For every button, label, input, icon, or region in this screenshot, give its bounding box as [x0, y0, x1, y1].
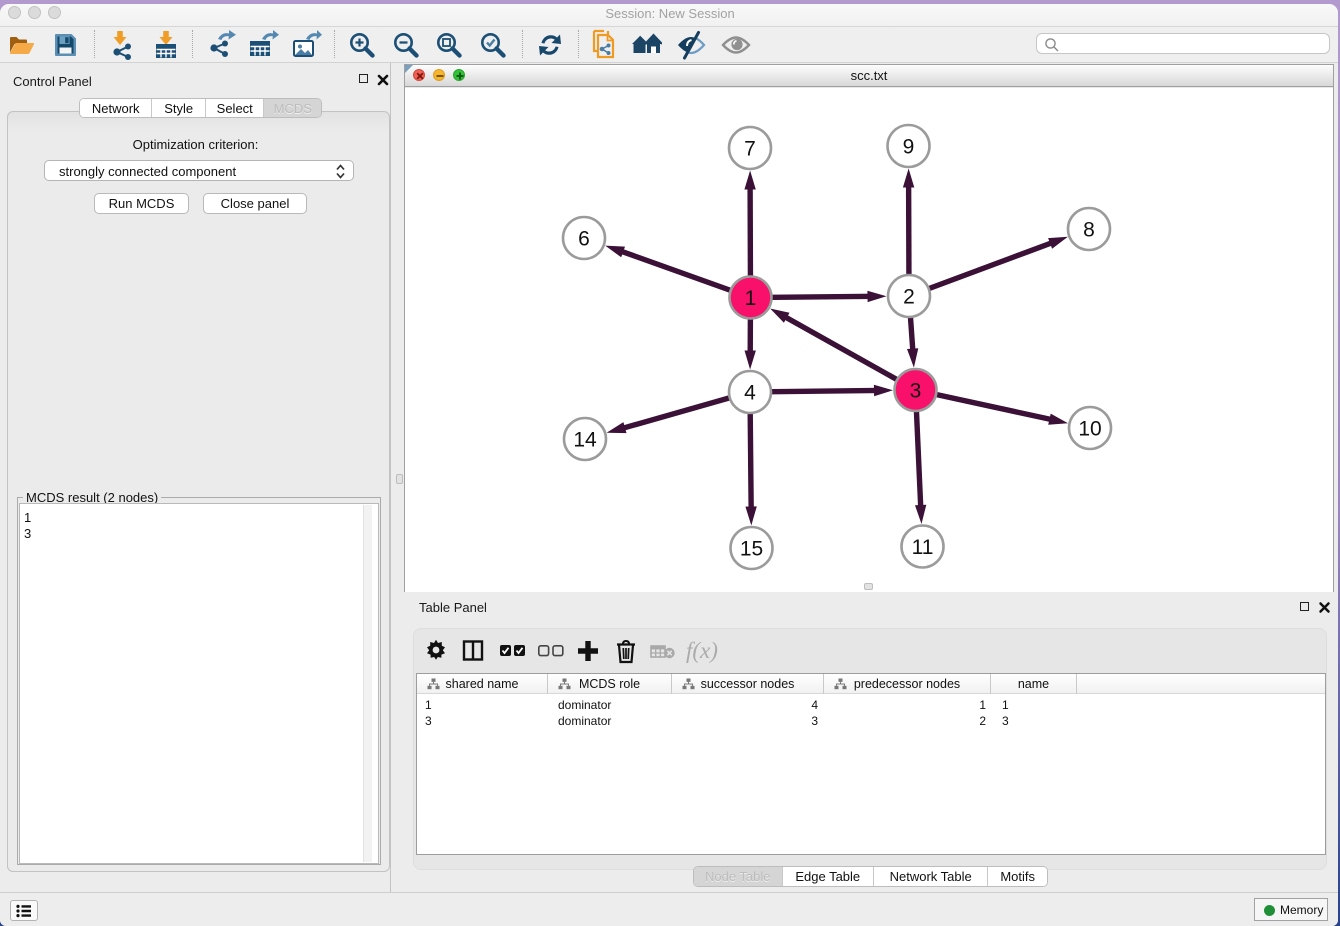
svg-text:1: 1 [745, 287, 757, 310]
svg-text:8: 8 [1083, 219, 1095, 242]
svg-text:7: 7 [744, 138, 756, 161]
svg-text:3: 3 [910, 380, 922, 403]
svg-text:6: 6 [578, 228, 590, 251]
svg-text:11: 11 [912, 536, 934, 559]
svg-text:2: 2 [903, 286, 915, 309]
svg-text:4: 4 [744, 382, 756, 405]
svg-text:10: 10 [1078, 418, 1101, 441]
svg-text:9: 9 [903, 136, 915, 159]
svg-text:14: 14 [573, 429, 597, 452]
svg-text:15: 15 [740, 538, 763, 561]
